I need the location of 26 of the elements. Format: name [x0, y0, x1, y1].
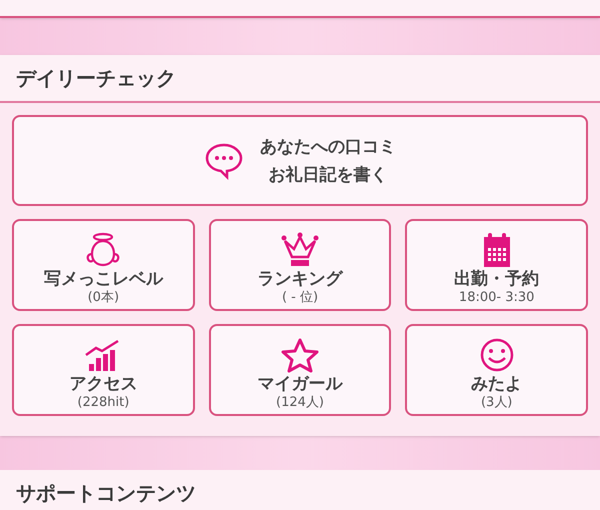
- menu-tile[interactable]: ランキング ( - 位): [208, 219, 392, 311]
- tile-count: (124人): [276, 395, 324, 410]
- message-button[interactable]: あなたへの口コミ お礼日記を書く: [12, 115, 588, 206]
- tile-label: みたよ: [471, 373, 522, 395]
- menu-tile[interactable]: アクセス (228hit): [12, 324, 195, 416]
- tile-count: (228hit): [77, 395, 130, 410]
- tile-count: ( - 位): [282, 290, 318, 305]
- tile-label: アクセス: [69, 373, 138, 395]
- tile-count: (0本): [88, 290, 120, 305]
- tile-count: (3人): [480, 395, 512, 410]
- crown-icon: [280, 232, 320, 268]
- tile-label: ランキング: [257, 268, 342, 290]
- tile-label: 写メっこレベル: [44, 268, 163, 290]
- menu-tile[interactable]: 写メっこレベル (0本): [12, 219, 195, 311]
- speech-bubble-icon: [204, 142, 244, 180]
- menu-tile[interactable]: 出勤・予約 18:00- 3:30: [405, 219, 588, 311]
- menu-tile[interactable]: マイガール (124人): [208, 324, 392, 416]
- section-title: デイリーチェック: [16, 65, 176, 92]
- tile-label: マイガール: [257, 373, 342, 395]
- tile-count: 18:00- 3:30: [458, 290, 534, 305]
- star-icon: [280, 337, 320, 373]
- button-text-line: あなたへの口コミ: [260, 136, 396, 158]
- menu-tile[interactable]: みたよ (3人): [405, 324, 588, 416]
- tile-label: 出勤・予約: [454, 268, 540, 290]
- section-title: サポートコンテンツ: [16, 480, 197, 507]
- button-text-line: お礼日記を書く: [268, 164, 388, 186]
